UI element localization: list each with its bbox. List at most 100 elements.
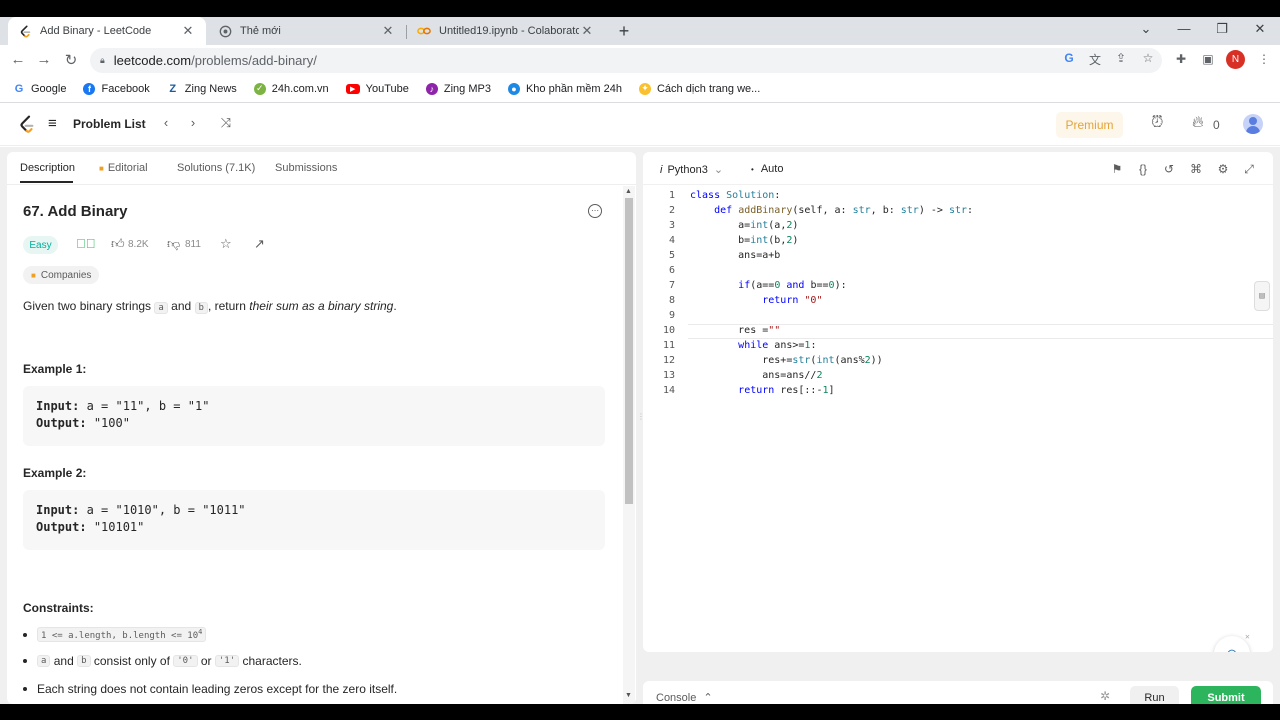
google-lens-icon[interactable]: G	[1061, 51, 1077, 65]
tab-editorial[interactable]: ■ Editorial	[99, 162, 148, 174]
bookmark-zing-news[interactable]: Z Zing News	[167, 82, 236, 95]
bookmark-zing-mp3[interactable]: ♪ Zing MP3	[425, 82, 491, 95]
restore-icon[interactable]: ❐	[1212, 21, 1232, 37]
description-scrollbar[interactable]: ▲ ▼	[623, 186, 635, 704]
bookmark-label: Cách dịch trang we...	[656, 82, 761, 95]
bookmark-facebook[interactable]: f Facebook	[83, 82, 150, 95]
tab-add-binary[interactable]: Add Binary - LeetCode ✕	[8, 17, 206, 45]
tab-new-tab[interactable]: Thẻ mới ✕	[208, 17, 406, 45]
user-avatar[interactable]	[1243, 114, 1263, 134]
line-number: 3	[668, 220, 675, 231]
extensions-puzzle-icon[interactable]: ✚	[1173, 52, 1189, 66]
scroll-down-arrow-icon[interactable]: ▼	[625, 692, 632, 699]
profile-avatar[interactable]: N	[1226, 50, 1245, 69]
desc-text: , return	[207, 299, 250, 313]
format-braces-icon[interactable]: {}	[1136, 162, 1150, 176]
address-bar[interactable]: 🔒︎ leetcode.com/problems/add-binary/	[90, 48, 1162, 73]
close-chat-icon[interactable]: ✕	[1245, 632, 1250, 641]
close-tab-icon[interactable]: ✕	[180, 23, 196, 39]
chrome-menu-icon[interactable]: ⋮	[1256, 52, 1272, 66]
google-icon: G	[14, 82, 24, 95]
code-line: b=int(b,2)	[690, 235, 799, 246]
bookmark-star-icon[interactable]: ☆	[1140, 51, 1156, 65]
language-select[interactable]: i Python3 ⌄	[660, 163, 723, 176]
streak-count: 0	[1213, 118, 1220, 132]
tab-colab[interactable]: Untitled19.ipynb - Colaboratory ✕	[407, 17, 605, 45]
bookmark-kho-phan-mem[interactable]: ● Kho phần mềm 24h	[507, 82, 622, 95]
line-number: 12	[662, 355, 675, 366]
reload-icon[interactable]: ↻	[62, 51, 80, 69]
share-icon[interactable]: ⇪	[1113, 51, 1129, 65]
fullscreen-icon[interactable]: ⤢	[1242, 162, 1256, 177]
close-tab-icon[interactable]: ✕	[380, 23, 396, 39]
problem-title: 67. Add Binary	[23, 203, 128, 220]
constraint-exponent: 4	[198, 628, 203, 636]
translate-icon[interactable]: ⽂	[1087, 51, 1103, 68]
24h-icon: ✓	[253, 82, 266, 95]
bullet	[23, 687, 27, 691]
line-number: 10	[662, 325, 675, 336]
bookmark-google[interactable]: G Google	[13, 82, 67, 95]
prev-problem-chevron-icon[interactable]: ‹	[158, 115, 174, 130]
streak-flame-icon[interactable]: 🔥︎	[1192, 114, 1204, 132]
description-tabs: Description ■ Editorial Solutions (7.1K) …	[7, 152, 636, 185]
minimize-icon[interactable]: —	[1174, 21, 1194, 36]
problem-list-icon[interactable]: ≡	[48, 115, 57, 132]
more-options-icon[interactable]: ⋯	[588, 204, 602, 218]
console-bar: Console ⌃ ✲ Run Submit	[643, 681, 1273, 704]
dot-icon: •	[751, 165, 754, 174]
bookmark-label: Kho phần mềm 24h	[525, 82, 622, 95]
shuffle-icon[interactable]: ⤨	[218, 115, 234, 131]
new-tab-plus-icon[interactable]: +	[614, 21, 634, 42]
leetcode-logo-icon[interactable]	[18, 115, 35, 140]
console-toggle[interactable]: Console ⌃	[656, 691, 713, 704]
back-arrow-icon[interactable]: ←	[9, 51, 27, 68]
close-tab-icon[interactable]: ✕	[579, 23, 595, 39]
reset-code-icon[interactable]: ↺	[1162, 162, 1176, 176]
thumbs-up-icon[interactable]: 👍︎	[111, 236, 125, 252]
tab-solutions[interactable]: Solutions (7.1K)	[177, 162, 255, 174]
editor-toolbar: i Python3 ⌄ • Auto ⚑ {} ↺ ⌘ ⚙ ⤢	[643, 152, 1273, 185]
console-label: Console	[656, 692, 697, 704]
tab-search-chevron-icon[interactable]: ⌄	[1136, 21, 1156, 37]
close-window-icon[interactable]: ✕	[1250, 21, 1270, 37]
inline-code-a: a	[154, 302, 168, 314]
autocomplete-mode[interactable]: • Auto	[751, 163, 783, 175]
code-editor[interactable]: 1 2 3 4 5 6 7 8 9 10 11 12 13 14 class S…	[643, 186, 1273, 652]
forward-arrow-icon[interactable]: →	[35, 51, 53, 68]
scrollbar-thumb[interactable]	[625, 198, 633, 504]
share-link-icon[interactable]: ↗	[254, 236, 265, 252]
scroll-up-arrow-icon[interactable]: ▲	[625, 188, 632, 195]
next-problem-chevron-icon[interactable]: ›	[185, 115, 201, 130]
inline-code-b: b	[77, 655, 91, 667]
problem-list-link[interactable]: Problem List	[73, 117, 146, 131]
constraint-text: or	[197, 654, 215, 668]
input-label: Input:	[36, 399, 80, 413]
editor-side-icon[interactable]: ▤	[1254, 281, 1270, 311]
bookmark-translate-page[interactable]: ✦ Cách dịch trang we...	[638, 82, 761, 95]
tab-description[interactable]: Description	[20, 162, 75, 174]
favorite-star-icon[interactable]: ☆	[220, 236, 232, 252]
tab-title: Untitled19.ipynb - Colaboratory	[439, 25, 579, 37]
submit-button[interactable]: Submit	[1191, 686, 1261, 704]
premium-button[interactable]: Premium	[1056, 112, 1123, 138]
code-line: a=int(a,2)	[690, 220, 799, 231]
example-1-title: Example 1:	[23, 362, 87, 376]
alarm-clock-icon[interactable]: ⏰︎	[1151, 114, 1163, 132]
thumbs-down-icon[interactable]: 👎︎	[167, 236, 180, 252]
line-number: 6	[668, 265, 675, 276]
settings-gear-icon[interactable]: ⚙	[1216, 162, 1230, 176]
zing-news-icon: Z	[169, 82, 177, 95]
bookmark-24h[interactable]: ✓ 24h.com.vn	[253, 82, 329, 95]
shortcuts-icon[interactable]: ⌘	[1189, 162, 1203, 176]
bookmark-icon[interactable]: ⚑	[1110, 162, 1124, 176]
code-line: ans=a+b	[690, 250, 781, 261]
line-number: 5	[668, 250, 675, 261]
companies-tag[interactable]: ■ Companies	[23, 266, 100, 284]
run-button[interactable]: Run	[1130, 686, 1179, 704]
debug-bug-icon[interactable]: ✲	[1100, 689, 1110, 703]
tab-submissions[interactable]: Submissions	[275, 162, 337, 174]
tab-strip: Add Binary - LeetCode ✕ Thẻ mới ✕ Untitl…	[0, 17, 1280, 45]
bookmark-youtube[interactable]: ▶ YouTube	[345, 83, 409, 95]
side-panel-icon[interactable]: ▣	[1200, 52, 1216, 66]
